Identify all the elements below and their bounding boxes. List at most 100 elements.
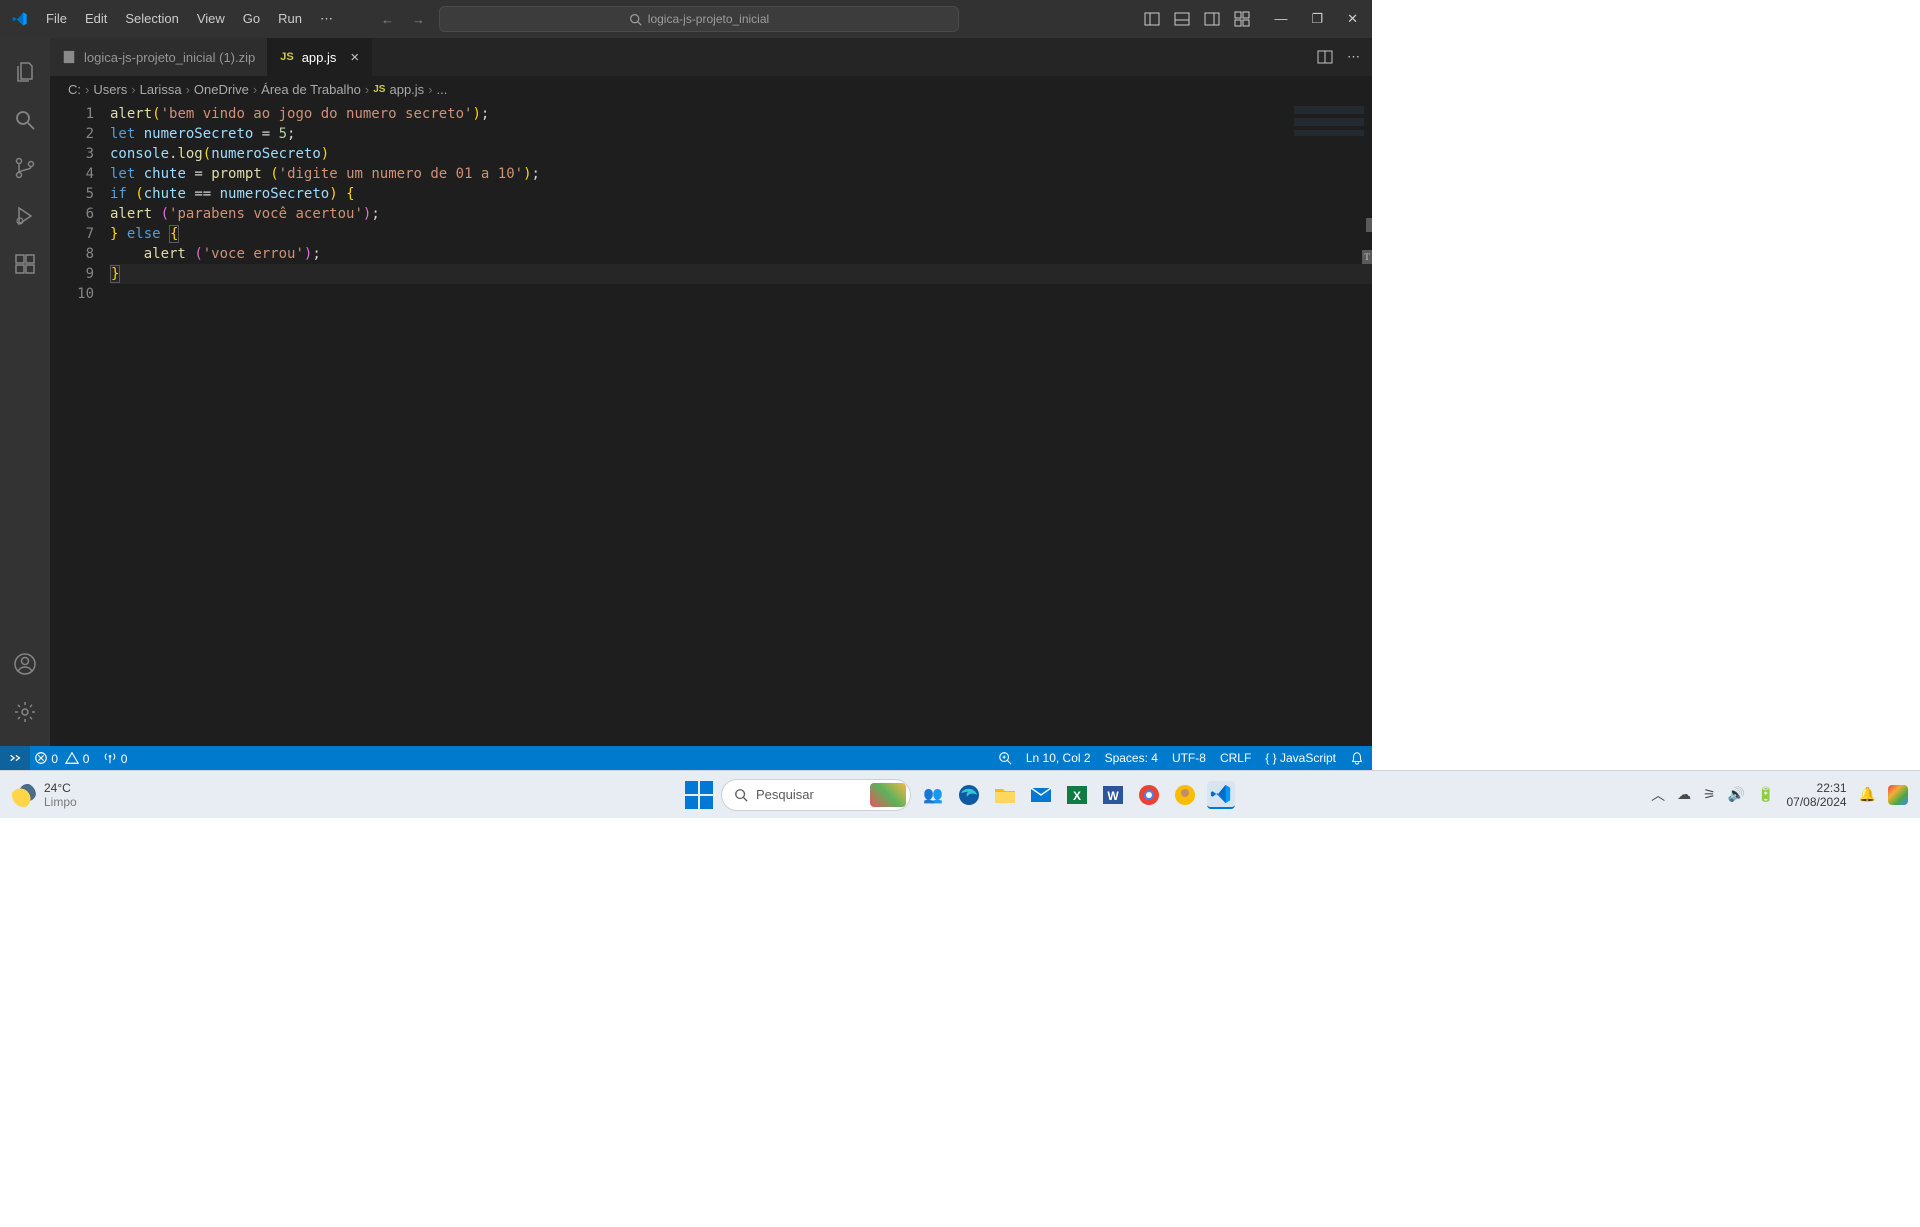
search-icon xyxy=(13,108,37,132)
weather-condition: Limpo xyxy=(44,795,77,809)
js-badge-icon: JS xyxy=(373,84,385,95)
start-button[interactable] xyxy=(685,781,713,809)
activity-search[interactable] xyxy=(0,96,50,144)
layout-right-icon[interactable] xyxy=(1204,11,1220,27)
menu-run[interactable]: Run xyxy=(270,7,310,31)
menu-bar: File Edit Selection View Go Run ⋯ xyxy=(38,7,341,31)
gear-icon xyxy=(13,700,37,724)
breadcrumbs[interactable]: C: › Users › Larissa › OneDrive › Área de Tr… xyxy=(50,76,1372,102)
tray-battery-icon[interactable]: 🔋 xyxy=(1757,786,1774,803)
taskbar-chrome[interactable] xyxy=(1135,781,1163,809)
taskbar-teams[interactable]: 👥 xyxy=(919,781,947,809)
menu-more-icon[interactable]: ⋯ xyxy=(312,7,341,31)
menu-selection[interactable]: Selection xyxy=(117,7,186,31)
weather-icon xyxy=(12,783,36,807)
tray-copilot-icon[interactable] xyxy=(1888,785,1908,805)
minimap[interactable] xyxy=(1294,106,1364,146)
titlebar: File Edit Selection View Go Run ⋯ ← → lo… xyxy=(0,0,1372,38)
svg-text:W: W xyxy=(1107,789,1119,803)
status-lncol[interactable]: Ln 10, Col 2 xyxy=(1026,751,1091,765)
tray-onedrive-icon[interactable]: ☁ xyxy=(1677,786,1691,803)
layout-customize-icon[interactable] xyxy=(1234,11,1250,27)
taskbar-edge[interactable] xyxy=(955,781,983,809)
minimize-icon[interactable]: — xyxy=(1274,11,1287,27)
svg-text:X: X xyxy=(1073,789,1081,803)
tab-zip-file[interactable]: logica-js-projeto_inicial (1).zip xyxy=(50,38,268,76)
crumb-desktop[interactable]: Área de Trabalho xyxy=(261,82,361,97)
crumb-larissa[interactable]: Larissa xyxy=(140,82,182,97)
status-spaces[interactable]: Spaces: 4 xyxy=(1105,751,1158,765)
code-content[interactable]: alert('bem vindo ao jogo do numero secre… xyxy=(110,102,1372,746)
chevron-right-icon: › xyxy=(131,82,135,97)
maximize-icon[interactable]: ❐ xyxy=(1311,11,1323,27)
close-icon[interactable]: ✕ xyxy=(1347,11,1358,27)
remote-button[interactable] xyxy=(0,746,30,770)
status-ports[interactable]: 0 xyxy=(103,751,127,766)
status-problems[interactable]: 0 0 xyxy=(34,751,89,766)
tab-label: app.js xyxy=(302,50,337,65)
activity-run-debug[interactable] xyxy=(0,192,50,240)
clock-time: 22:31 xyxy=(1787,781,1847,795)
windows-taskbar: 24°C Limpo Pesquisar 👥 X W ︿ ☁ ⚞ 🔊 🔋 22:… xyxy=(0,770,1920,818)
crumb-ellipsis[interactable]: ... xyxy=(437,82,448,97)
crumb-users[interactable]: Users xyxy=(93,82,127,97)
vscode-window: File Edit Selection View Go Run ⋯ ← → lo… xyxy=(0,0,1372,770)
tray-wifi-icon[interactable]: ⚞ xyxy=(1703,786,1716,803)
chevron-right-icon: › xyxy=(365,82,369,97)
taskbar-word[interactable]: W xyxy=(1099,781,1127,809)
activity-accounts[interactable] xyxy=(0,640,50,688)
status-language[interactable]: { } JavaScript xyxy=(1265,751,1336,765)
taskbar-search[interactable]: Pesquisar xyxy=(721,779,911,811)
menu-go[interactable]: Go xyxy=(235,7,268,31)
activity-explorer[interactable] xyxy=(0,48,50,96)
extensions-icon xyxy=(13,252,37,276)
nav-forward-icon[interactable]: → xyxy=(412,12,425,27)
taskbar-excel[interactable]: X xyxy=(1063,781,1091,809)
taskbar-explorer[interactable] xyxy=(991,781,1019,809)
chevron-right-icon: › xyxy=(253,82,257,97)
command-center[interactable]: logica-js-projeto_inicial xyxy=(439,6,959,32)
status-encoding[interactable]: UTF-8 xyxy=(1172,751,1206,765)
files-icon xyxy=(13,60,37,84)
layout-left-icon[interactable] xyxy=(1144,11,1160,27)
activity-settings[interactable] xyxy=(0,688,50,736)
layout-bottom-icon[interactable] xyxy=(1174,11,1190,27)
code-editor[interactable]: 12345678910 alert('bem vindo ao jogo do … xyxy=(50,102,1372,746)
tray-volume-icon[interactable]: 🔊 xyxy=(1728,786,1745,803)
tray-notifications-icon[interactable]: 🔔 xyxy=(1859,786,1876,803)
chevron-right-icon: › xyxy=(186,82,190,97)
menu-view[interactable]: View xyxy=(189,7,233,31)
search-decoration-icon xyxy=(870,783,906,807)
activity-source-control[interactable] xyxy=(0,144,50,192)
taskbar-clock[interactable]: 22:31 07/08/2024 xyxy=(1787,781,1847,809)
menu-edit[interactable]: Edit xyxy=(77,7,115,31)
taskbar-mail[interactable] xyxy=(1027,781,1055,809)
status-eol[interactable]: CRLF xyxy=(1220,751,1251,765)
taskbar-chrome-profile[interactable] xyxy=(1171,781,1199,809)
zoom-icon[interactable] xyxy=(998,751,1012,765)
git-branch-icon xyxy=(13,156,37,180)
search-icon xyxy=(734,788,748,802)
crumb-c[interactable]: C: xyxy=(68,82,81,97)
bell-icon[interactable] xyxy=(1350,751,1364,765)
nav-back-icon[interactable]: ← xyxy=(381,12,394,27)
activity-bar xyxy=(0,38,50,746)
chevron-right-icon: › xyxy=(428,82,432,97)
activity-extensions[interactable] xyxy=(0,240,50,288)
tab-app-js[interactable]: JS app.js × xyxy=(268,38,372,76)
tray-chevron-icon[interactable]: ︿ xyxy=(1651,785,1665,805)
taskbar-vscode[interactable] xyxy=(1207,781,1235,809)
scrollbar-marker: T xyxy=(1362,250,1372,264)
clock-date: 07/08/2024 xyxy=(1787,795,1847,809)
taskbar-weather[interactable]: 24°C Limpo xyxy=(12,781,77,809)
remote-icon xyxy=(8,751,22,765)
crumb-onedrive[interactable]: OneDrive xyxy=(194,82,249,97)
file-icon xyxy=(62,50,76,64)
tab-close-icon[interactable]: × xyxy=(350,49,359,66)
menu-file[interactable]: File xyxy=(38,7,75,31)
split-editor-icon[interactable] xyxy=(1317,49,1333,65)
status-bar: 0 0 0 Ln 10, Col 2 Spaces: 4 UTF-8 CRLF … xyxy=(0,746,1372,770)
warning-icon xyxy=(65,751,79,765)
crumb-file[interactable]: app.js xyxy=(389,82,424,97)
tab-more-icon[interactable]: ⋯ xyxy=(1347,49,1360,65)
